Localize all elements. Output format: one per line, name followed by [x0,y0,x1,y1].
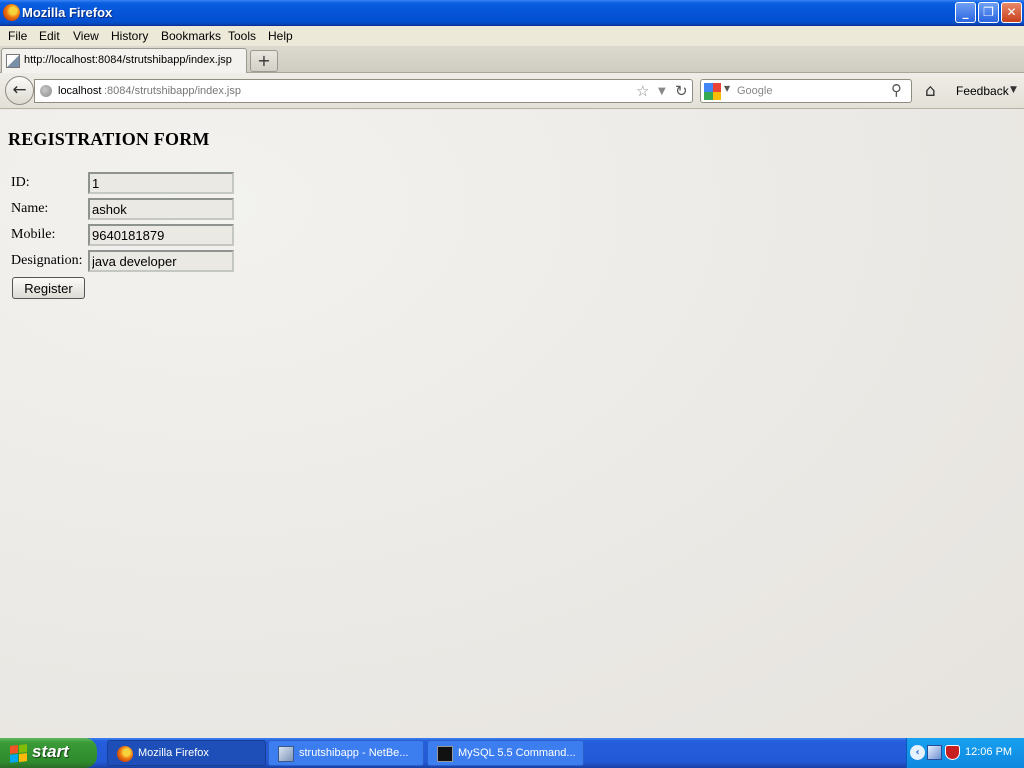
feedback-button[interactable]: Feedback [956,84,1009,98]
tab-label: http://localhost:8084/strutshibapp/index… [24,54,232,66]
window-title: Mozilla Firefox [22,5,113,20]
id-label: ID: [11,175,30,190]
history-dropdown-icon[interactable]: ▼ [658,86,666,97]
reload-icon[interactable]: ↻ [675,82,688,100]
maximize-button[interactable]: ❐ [978,2,999,23]
name-label: Name: [11,201,49,216]
navigation-bar: ← localhost :8084/strutshibapp/index.jsp… [0,73,1024,109]
id-input[interactable] [88,172,234,194]
name-input[interactable] [88,198,234,220]
bookmark-star-icon[interactable]: ☆ [636,82,649,100]
url-host: localhost [58,85,102,97]
menu-view[interactable]: View [73,29,99,43]
tab-strip: http://localhost:8084/strutshibapp/index… [0,46,1024,73]
minimize-button[interactable]: _ [955,2,976,23]
taskbar-item-label: Mozilla Firefox [138,747,209,759]
menu-tools[interactable]: Tools [228,29,256,43]
clock: 12:06 PM [965,746,1013,758]
url-path: :8084/strutshibapp/index.jsp [104,85,241,97]
designation-label: Designation: [11,253,83,268]
mobile-label: Mobile: [11,227,56,242]
window-title-bar[interactable]: Mozilla Firefox _ ❐ ✕ [0,0,1024,26]
taskbar-item-mysql[interactable]: MySQL 5.5 Command... [427,740,584,766]
netbeans-cube-icon [278,746,294,762]
search-bar[interactable]: ▼ Google ⚲ [700,79,912,103]
firefox-icon [3,4,20,21]
menu-file[interactable]: File [8,29,27,43]
system-tray: ‹ 12:06 PM [906,738,1024,768]
start-button[interactable]: start [0,738,97,768]
tray-expand-icon[interactable]: ‹ [910,745,925,760]
network-icon[interactable] [927,745,942,760]
windows-logo-icon [10,744,27,763]
menu-history[interactable]: History [111,29,148,43]
new-tab-button[interactable]: + [250,50,278,72]
close-button[interactable]: ✕ [1001,2,1022,23]
search-input[interactable]: Google [737,85,772,97]
google-icon[interactable] [704,83,721,100]
firefox-icon [117,746,133,762]
search-engine-dropdown-icon[interactable]: ▼ [724,84,730,93]
url-bar[interactable]: localhost :8084/strutshibapp/index.jsp ☆… [34,79,693,103]
taskbar-item-netbeans[interactable]: strutshibapp - NetBe... [268,740,424,766]
start-label: start [32,742,69,761]
mobile-input[interactable] [88,224,234,246]
back-button[interactable]: ← [5,76,34,105]
register-button[interactable]: Register [12,277,85,299]
taskbar-item-label: MySQL 5.5 Command... [458,747,576,759]
security-shield-icon[interactable] [945,745,960,760]
form-title: REGISTRATION FORM [8,129,210,149]
menu-help[interactable]: Help [268,29,293,43]
taskbar-item-label: strutshibapp - NetBe... [299,747,409,759]
page-content: REGISTRATION FORM ID: Name: Mobile: Desi… [0,110,1024,738]
designation-input[interactable] [88,250,234,272]
menu-edit[interactable]: Edit [39,29,60,43]
search-icon[interactable]: ⚲ [891,81,902,99]
menu-bookmarks[interactable]: Bookmarks [161,29,221,43]
feedback-dropdown-icon[interactable]: ▼ [1010,85,1017,95]
home-icon[interactable]: ⌂ [925,81,936,101]
taskbar: start Mozilla Firefox strutshibapp - Net… [0,738,1024,768]
command-prompt-icon [437,746,453,762]
tab-index-jsp[interactable]: http://localhost:8084/strutshibapp/index… [1,48,247,73]
taskbar-item-firefox[interactable]: Mozilla Firefox [107,740,266,766]
menu-bar: File Edit View History Bookmarks Tools H… [0,26,1024,46]
page-icon [6,54,20,68]
globe-icon [40,85,52,97]
